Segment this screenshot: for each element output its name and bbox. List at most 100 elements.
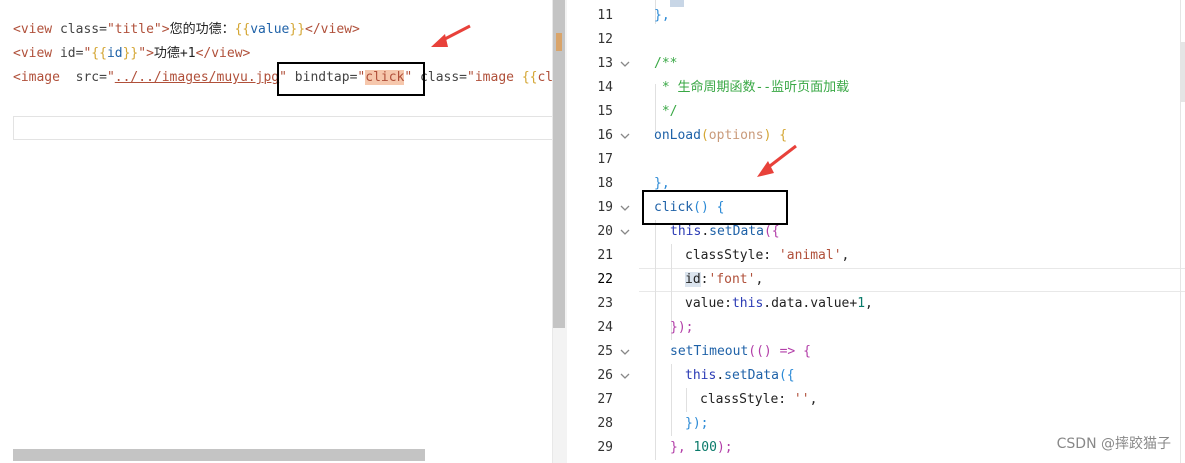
red-arrow-icon — [431, 24, 471, 47]
chevron-down-icon[interactable] — [620, 227, 630, 237]
code-token: }, — [654, 8, 670, 23]
mustache-close: }} — [289, 22, 306, 37]
text-content: 功德+1 — [153, 46, 196, 61]
code-token: (() => { — [748, 344, 811, 359]
wxml-line-2: <view id="{{id}}">功德+1</view> — [13, 42, 250, 66]
line-number-gutter: 11 12 13 14 15 16 17 18 19 20 21 22 23 2… — [567, 0, 639, 463]
chevron-down-icon[interactable] — [620, 203, 630, 213]
line-number: 13 — [597, 56, 613, 71]
code-token: , — [865, 296, 873, 311]
keyword-token: this — [731, 296, 764, 311]
tag-close: </view> — [195, 46, 251, 61]
attr-name: id= — [52, 46, 84, 61]
red-arrow-icon — [757, 144, 797, 177]
src-path-link[interactable]: ../../images/muyu.jpg — [115, 70, 279, 85]
line-number: 25 — [597, 344, 613, 359]
wxml-line-1: <view class="title">您的功德：{{value}}</view… — [13, 18, 360, 42]
property-token-highlight: id — [685, 272, 701, 287]
code-token: ({ — [763, 224, 780, 239]
code-token: . — [701, 224, 710, 239]
number-token: 1 — [857, 296, 866, 311]
tag-bracket: > — [146, 46, 154, 61]
mustache-expr: class — [537, 70, 552, 85]
watermark: CSDN @摔跤猫子 — [1056, 436, 1171, 452]
code-token: }, — [670, 440, 694, 455]
string-token: 'animal' — [778, 248, 842, 263]
line-number: 29 — [597, 440, 613, 455]
selection-remnant — [670, 0, 684, 7]
code-token: , — [841, 248, 850, 263]
line-number: 17 — [597, 152, 613, 167]
tag-open: <view — [13, 46, 53, 61]
code-line-21: classStyle: 'animal', — [685, 244, 849, 268]
mustache-expr: value — [250, 22, 290, 37]
code-token: , — [809, 392, 818, 407]
tag-bracket: > — [161, 22, 170, 37]
code-line-26: this.setData({ — [685, 364, 795, 388]
tag-open: <view — [13, 22, 53, 37]
chevron-down-icon[interactable] — [620, 131, 630, 141]
code-token: ({ — [778, 368, 795, 383]
code-token: , — [755, 272, 764, 287]
indent-guide — [655, 220, 656, 460]
code-line-24: }); — [670, 316, 693, 340]
tag-close: </view> — [305, 22, 360, 37]
line-number: 26 — [597, 368, 613, 383]
code-line-14: * 生命周期函数--监听页面加载 — [654, 76, 849, 100]
tag-open: <image — [13, 70, 60, 85]
horizontal-scrollbar-thumb[interactable] — [13, 449, 425, 461]
keyword-token: this — [685, 368, 717, 383]
right-editor-pane[interactable]: 11 12 13 14 15 16 17 18 19 20 21 22 23 2… — [567, 0, 1185, 463]
mustache-expr: id — [106, 46, 123, 61]
comment-token: */ — [654, 104, 678, 119]
code-token: }); — [670, 320, 694, 335]
mustache-open: {{ — [91, 46, 107, 61]
chevron-down-icon[interactable] — [620, 59, 630, 69]
attr-name: class= — [52, 22, 107, 37]
code-token: . — [716, 368, 725, 383]
indent-guide — [686, 388, 687, 412]
annotation-box-bindtap — [277, 62, 425, 96]
line-number: 11 — [597, 8, 613, 23]
code-line-29: }, 100); — [670, 436, 733, 460]
chevron-down-icon[interactable] — [620, 371, 630, 381]
attr-name: src= — [59, 70, 107, 85]
line-number: 15 — [597, 104, 613, 119]
code-token: ); — [716, 440, 733, 455]
line-number: 23 — [597, 296, 613, 311]
quote: " — [138, 46, 147, 61]
function-name: setData — [724, 368, 779, 383]
line-number: 12 — [597, 32, 613, 47]
line-number: 27 — [597, 392, 613, 407]
string-token: '' — [793, 392, 810, 407]
keyword-token: this — [670, 224, 702, 239]
line-number: 21 — [597, 248, 613, 263]
code-line-22: id:'font', — [685, 268, 763, 292]
line-number: 14 — [597, 80, 613, 95]
code-line-27: classStyle: '', — [700, 388, 817, 412]
quote: " — [106, 70, 115, 85]
code-line-25: setTimeout(() => { — [670, 340, 811, 364]
code-token: }); — [685, 416, 709, 431]
code-token: .data.value+ — [763, 296, 858, 311]
text-content: 您的功德： — [169, 22, 235, 37]
code-line-15: */ — [654, 100, 678, 124]
code-token: ( — [700, 128, 709, 143]
overview-ruler-mark — [1181, 42, 1185, 102]
code-line-13: /** — [654, 52, 677, 76]
function-name: setData — [709, 224, 764, 239]
attr-value: "title" — [106, 22, 162, 37]
code-line-28: }); — [685, 412, 708, 436]
chevron-down-icon[interactable] — [620, 347, 630, 357]
code-line-23: value:this.data.value+1, — [685, 292, 873, 316]
empty-line-box — [13, 116, 552, 140]
left-editor-pane[interactable]: <view class="title">您的功德：{{value}}</view… — [0, 0, 552, 463]
mustache-close: }} — [122, 46, 139, 61]
function-name: onLoad — [654, 128, 701, 143]
property-token: value: — [685, 296, 732, 311]
property-token: classStyle: — [685, 248, 779, 263]
string-token: 'font' — [708, 272, 756, 287]
line-number: 19 — [597, 200, 613, 215]
function-name: setTimeout — [670, 344, 749, 359]
comment-token: * 生命周期函数--监听页面加载 — [654, 80, 850, 95]
